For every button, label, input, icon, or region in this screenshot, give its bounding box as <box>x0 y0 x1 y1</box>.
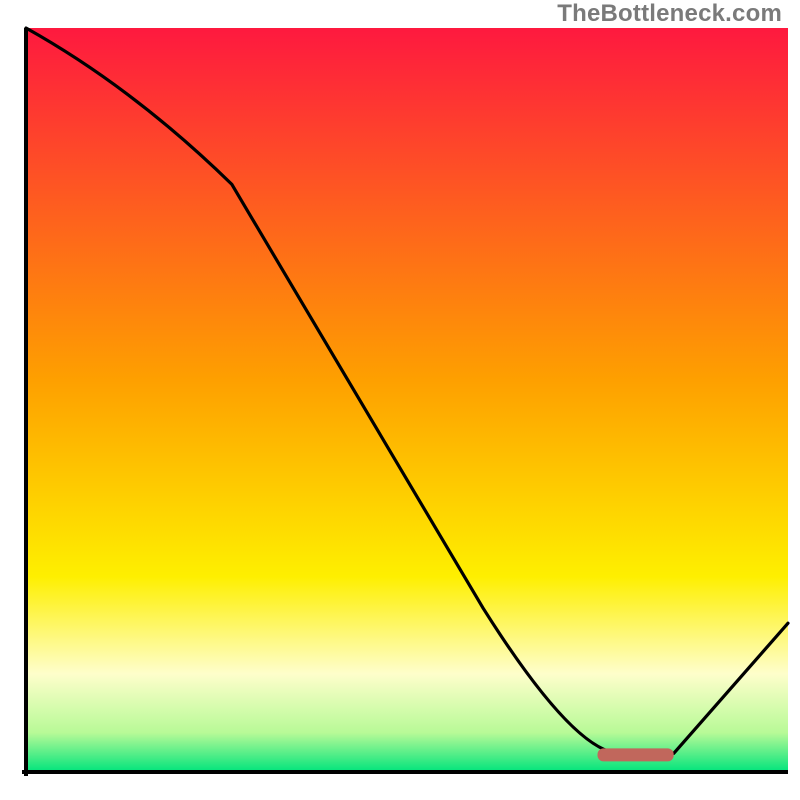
chart-container: { "watermark": "TheBottleneck.com", "cha… <box>0 0 800 800</box>
optimum-marker <box>598 748 674 761</box>
watermark-text: TheBottleneck.com <box>557 0 782 28</box>
plot-background <box>26 28 788 772</box>
bottleneck-chart <box>0 0 800 800</box>
